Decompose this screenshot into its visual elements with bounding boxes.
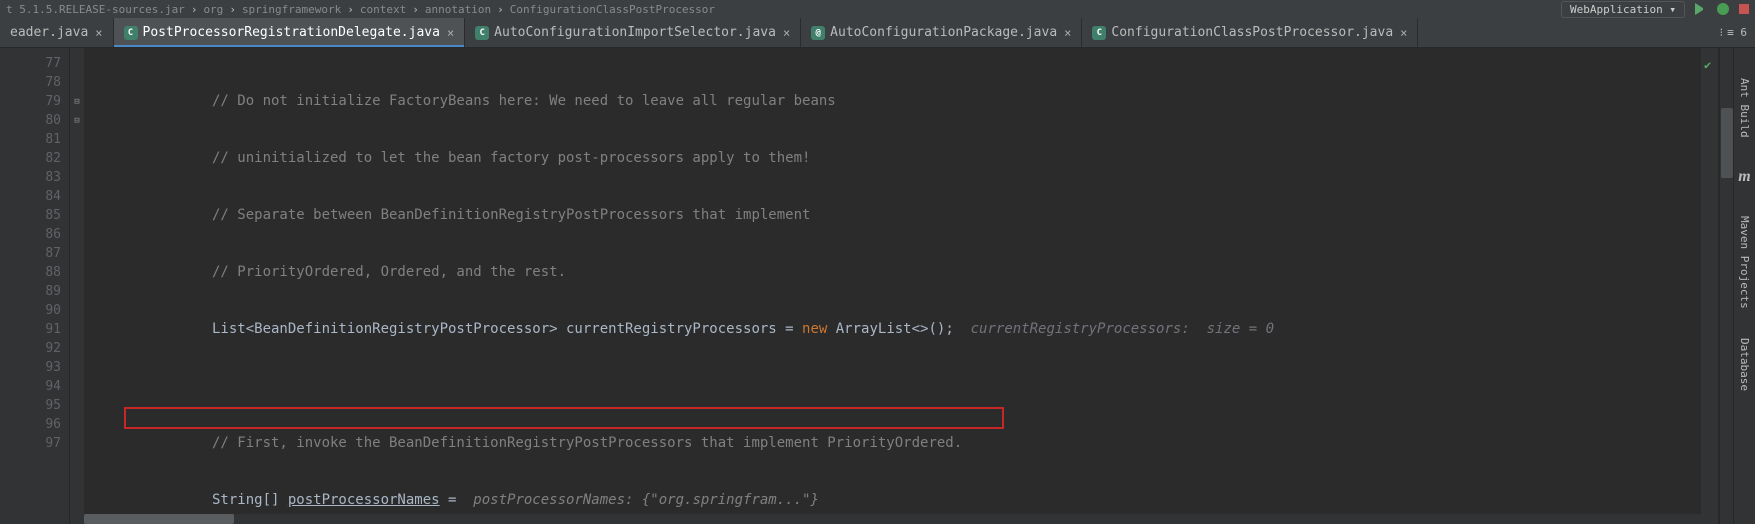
breadcrumb-jar[interactable]: t 5.1.5.RELEASE-sources.jar [6, 3, 185, 16]
line-number: 94 [0, 377, 61, 396]
fold-column[interactable]: ⊟⊟ [70, 48, 84, 524]
minimap-scroll[interactable] [1719, 48, 1733, 524]
breadcrumb-pkg1[interactable]: org [203, 3, 223, 16]
stop-icon[interactable] [1739, 4, 1749, 14]
line-number: 90 [0, 301, 61, 320]
file-label: eader.java [10, 25, 88, 40]
code-comment: // Do not initialize FactoryBeans here: … [212, 93, 836, 109]
line-number: 80 [0, 111, 61, 130]
check-icon: ✔ [1704, 58, 1711, 72]
line-number: 87 [0, 244, 61, 263]
close-icon[interactable]: × [1400, 26, 1407, 40]
line-number: 81 [0, 130, 61, 149]
maven-projects-tool[interactable]: Maven Projects [1738, 216, 1751, 309]
code-comment: // PriorityOrdered, Ordered, and the res… [212, 264, 566, 280]
line-number: 84 [0, 187, 61, 206]
tab-overflow-icon: ⁝ [1720, 26, 1724, 39]
editor: 7778798081828384858687888990919293949596… [0, 48, 1755, 524]
code-text: List<BeanDefinitionRegistryPostProcessor… [212, 321, 802, 337]
line-number: 95 [0, 396, 61, 415]
close-icon[interactable]: × [95, 26, 102, 40]
file-label: PostProcessorRegistrationDelegate.java [143, 25, 440, 40]
breadcrumb-pkg3[interactable]: context [360, 3, 406, 16]
marker-column: ✔ [1701, 48, 1719, 524]
tab-autoconfigurationpackage[interactable]: @ AutoConfigurationPackage.java × [801, 18, 1082, 47]
line-number: 79 [0, 92, 61, 111]
close-icon[interactable]: × [447, 26, 454, 40]
file-label: AutoConfigurationPackage.java [830, 25, 1057, 40]
top-toolbar: t 5.1.5.RELEASE-sources.jar › org › spri… [0, 0, 1755, 18]
line-number: 92 [0, 339, 61, 358]
code-comment: // uninitialized to let the bean factory… [212, 150, 810, 166]
database-tool[interactable]: Database [1738, 338, 1751, 391]
tab-reader[interactable]: eader.java × [0, 18, 114, 47]
java-class-icon: C [475, 26, 489, 40]
close-icon[interactable]: × [1064, 26, 1071, 40]
tab-overflow[interactable]: ⁝ ≡ 6 [1712, 18, 1755, 47]
line-number: 78 [0, 73, 61, 92]
java-class-icon: C [1092, 26, 1106, 40]
tab-autoconfigurationimportselector[interactable]: C AutoConfigurationImportSelector.java × [465, 18, 801, 47]
highlight-annotation [124, 407, 1004, 429]
scrollbar-thumb[interactable] [84, 514, 234, 524]
line-number: 82 [0, 149, 61, 168]
tab-configurationclasspostprocessor[interactable]: C ConfigurationClassPostProcessor.java × [1082, 18, 1418, 47]
run-icon[interactable] [1695, 3, 1707, 15]
maven-icon: m [1738, 168, 1750, 186]
breadcrumb-pkg4[interactable]: annotation [425, 3, 491, 16]
editor-tabs: eader.java × C PostProcessorRegistration… [0, 18, 1755, 48]
line-number: 89 [0, 282, 61, 301]
line-number: 93 [0, 358, 61, 377]
line-number: 77 [0, 54, 61, 73]
line-number: 85 [0, 206, 61, 225]
line-number: 97 [0, 434, 61, 453]
file-label: ConfigurationClassPostProcessor.java [1111, 25, 1393, 40]
line-gutter: 7778798081828384858687888990919293949596… [0, 48, 70, 524]
run-config-selector[interactable]: WebApplication ▾ [1561, 1, 1685, 18]
tab-postprocessorregistrationdelegate[interactable]: C PostProcessorRegistrationDelegate.java… [114, 18, 466, 47]
code-comment: // First, invoke the BeanDefinitionRegis… [212, 435, 962, 451]
breadcrumb-class[interactable]: ConfigurationClassPostProcessor [510, 3, 715, 16]
close-icon[interactable]: × [783, 26, 790, 40]
java-annotation-icon: @ [811, 26, 825, 40]
file-label: AutoConfigurationImportSelector.java [494, 25, 776, 40]
code-comment: // Separate between BeanDefinitionRegist… [212, 207, 810, 223]
inline-hint: currentRegistryProcessors: size = 0 [954, 321, 1274, 337]
line-number: 91 [0, 320, 61, 339]
line-number: 96 [0, 415, 61, 434]
code-area[interactable]: // Do not initialize FactoryBeans here: … [84, 48, 1701, 524]
line-number: 86 [0, 225, 61, 244]
right-tool-rail: Ant Build m Maven Projects Database [1733, 48, 1755, 524]
debug-icon[interactable] [1717, 3, 1729, 15]
java-class-icon: C [124, 26, 138, 40]
line-number: 83 [0, 168, 61, 187]
breadcrumb-pkg2[interactable]: springframework [242, 3, 341, 16]
ant-build-tool[interactable]: Ant Build [1738, 78, 1751, 138]
horizontal-scrollbar[interactable] [84, 514, 1715, 524]
inline-hint: postProcessorNames: {"org.springfram..."… [465, 492, 819, 508]
line-number: 88 [0, 263, 61, 282]
